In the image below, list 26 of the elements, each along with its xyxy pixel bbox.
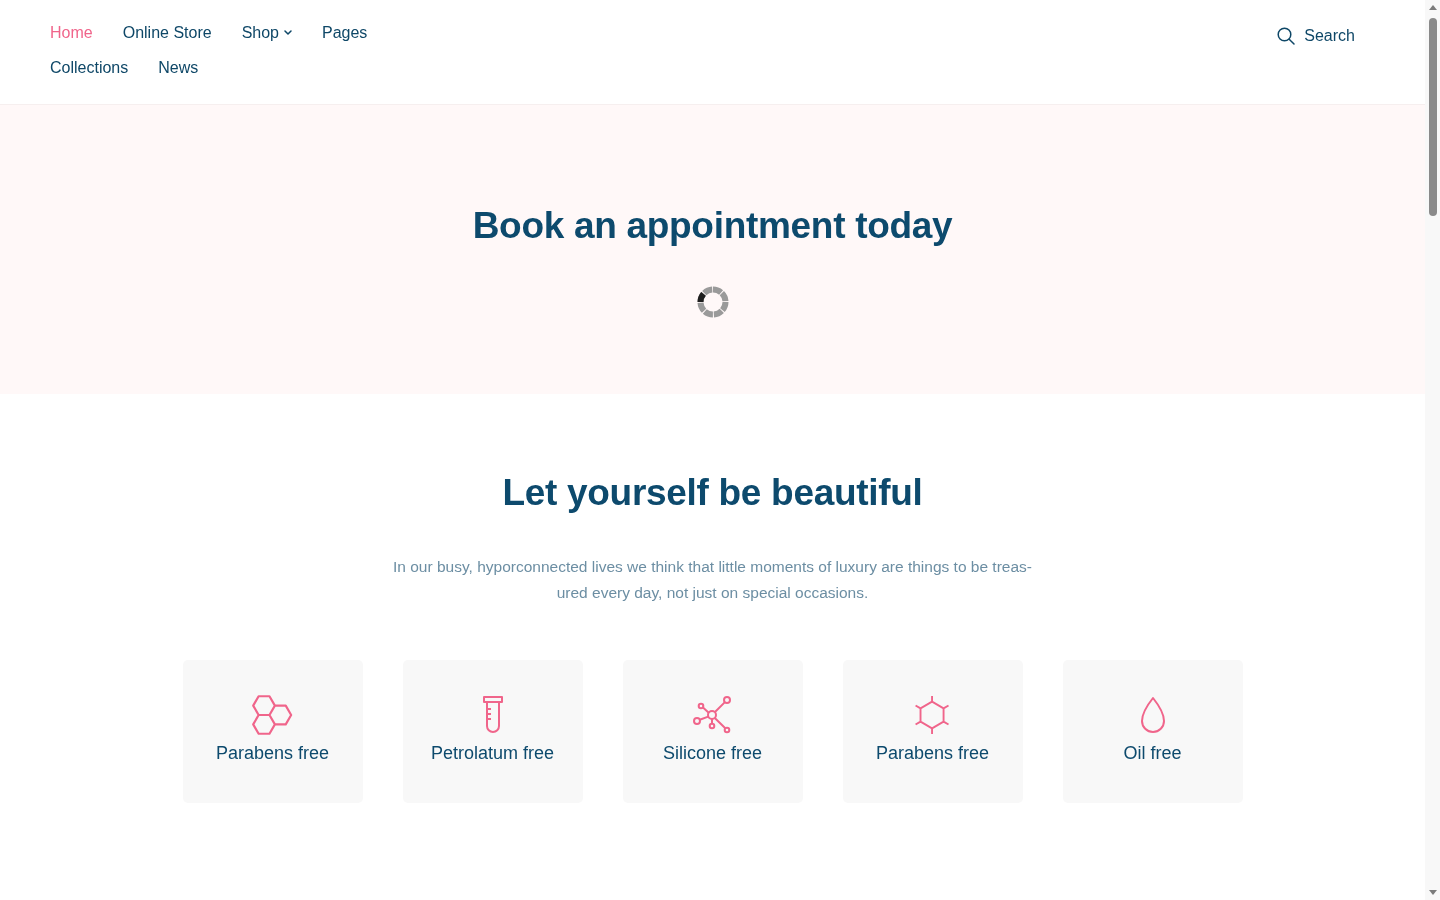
feature-label: Oil free [1123,742,1182,765]
intro-paragraph: In our busy, hyporconnected lives we think that little moments of luxury are things to be treas- ured every day, not just on special occasions. [392,557,1033,603]
test-tube-icon [480,695,505,735]
nav-link[interactable]: Online Store [122,15,212,50]
hexagon-icon [913,695,952,735]
scrollbar-thumb[interactable] [1428,18,1437,216]
scrollbar[interactable] [1425,0,1440,900]
caret-icon [284,30,292,35]
feature-label: Petrolatum free [430,742,555,765]
search-icon [1277,27,1296,45]
molecule-icon [692,695,733,735]
nav-link[interactable]: Pages [322,15,368,50]
section-heading: Let yourself be beautiful [502,471,923,515]
search-button[interactable]: Search [1277,27,1355,45]
scroll-down-icon[interactable] [1428,890,1437,895]
nav-link[interactable]: Collections [50,50,129,85]
loading-spinner-icon [696,286,729,318]
feature-label: Parabens free [875,742,990,765]
nav-link[interactable]: News [158,50,199,85]
drop-icon [1138,695,1167,735]
hexagons-icon [252,695,293,735]
scroll-up-icon[interactable] [1428,5,1437,10]
hero-heading: Book an appointment today [472,204,953,248]
nav-link[interactable]: Shop [241,15,292,50]
feature-label: Parabens free [215,742,330,765]
feature-label: Silicone free [662,742,763,765]
